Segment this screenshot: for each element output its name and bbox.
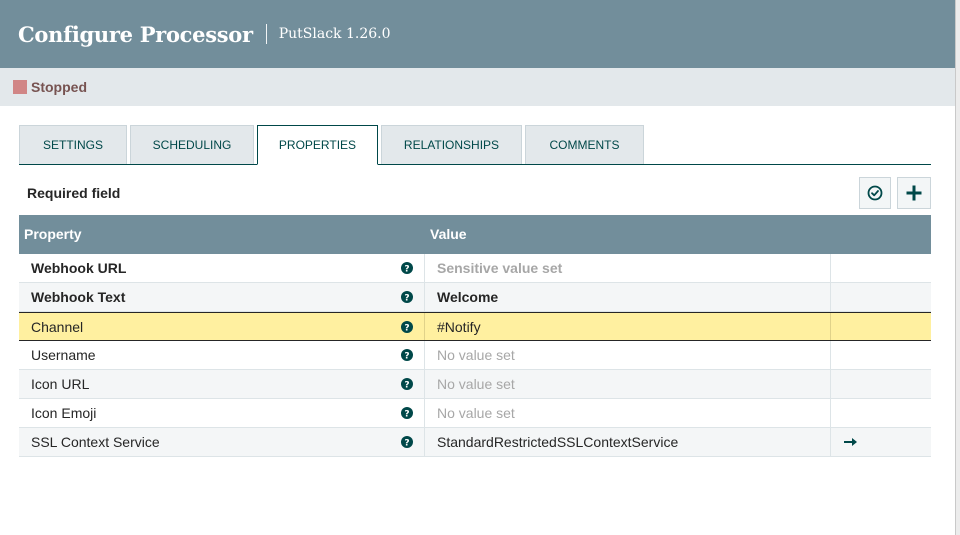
help-icon[interactable]: ? xyxy=(401,320,413,333)
property-name: Username ? xyxy=(19,341,425,369)
property-name-text: SSL Context Service xyxy=(31,434,160,450)
help-icon[interactable]: ? xyxy=(401,262,413,274)
property-name: Webhook Text ? xyxy=(19,283,425,311)
plus-icon xyxy=(906,185,922,201)
tab-properties-label: PROPERTIES xyxy=(278,138,357,152)
required-field-label: Required field xyxy=(27,185,121,201)
property-name-text: Webhook Text xyxy=(31,289,126,305)
table-row-selected[interactable]: Channel ? #Notify xyxy=(19,312,931,341)
svg-text:?: ? xyxy=(404,293,409,303)
help-icon[interactable]: ? xyxy=(401,378,413,390)
property-value[interactable]: #Notify xyxy=(425,313,831,340)
property-actions xyxy=(831,370,931,398)
property-actions xyxy=(831,428,931,456)
configure-processor-dialog: Configure Processor PutSlack 1.26.0 Stop… xyxy=(0,0,955,535)
property-value[interactable]: No value set xyxy=(425,370,831,398)
property-name: SSL Context Service ? xyxy=(19,428,425,456)
table-row[interactable]: Webhook Text ? Welcome xyxy=(19,283,931,312)
property-value[interactable]: No value set xyxy=(425,341,831,369)
svg-text:?: ? xyxy=(404,264,409,274)
tab-relationships-label: RELATIONSHIPS xyxy=(403,138,500,152)
property-actions xyxy=(831,254,931,282)
title-separator xyxy=(265,24,267,44)
help-icon[interactable]: ? xyxy=(401,291,413,303)
tab-relationships[interactable]: RELATIONSHIPS xyxy=(381,125,522,164)
help-icon[interactable]: ? xyxy=(401,436,413,448)
arrow-right-icon[interactable] xyxy=(844,437,858,447)
property-value-text: No value set xyxy=(437,405,515,421)
svg-text:?: ? xyxy=(404,438,409,448)
status-label: Stopped xyxy=(31,79,87,95)
table-row[interactable]: Icon URL ? No value set xyxy=(19,370,931,399)
property-value[interactable]: StandardRestrictedSSLContextService xyxy=(425,428,831,456)
property-value-text: #Notify xyxy=(437,318,481,335)
stopped-icon xyxy=(13,80,27,94)
property-actions xyxy=(831,341,931,369)
tab-comments[interactable]: COMMENTS xyxy=(525,125,644,164)
tab-bar: SETTINGS SCHEDULING PROPERTIES RELATIONS… xyxy=(19,125,931,165)
svg-text:?: ? xyxy=(404,323,409,333)
processor-type-version: PutSlack 1.26.0 xyxy=(278,26,391,42)
property-name-text: Icon URL xyxy=(31,376,90,392)
check-circle-icon xyxy=(867,185,883,201)
property-name: Webhook URL ? xyxy=(19,254,425,282)
property-name-text: Webhook URL xyxy=(31,260,127,276)
table-row[interactable]: Username ? No value set xyxy=(19,341,931,370)
property-value-text: Sensitive value set xyxy=(437,260,563,276)
property-actions xyxy=(831,283,931,311)
help-icon[interactable]: ? xyxy=(401,349,413,361)
property-value[interactable]: No value set xyxy=(425,399,831,427)
status-bar: Stopped xyxy=(0,68,955,106)
property-name: Channel ? xyxy=(19,313,425,340)
table-row[interactable]: SSL Context Service ? StandardRestricted… xyxy=(19,428,931,457)
add-property-button[interactable] xyxy=(897,177,931,209)
property-name: Icon Emoji ? xyxy=(19,399,425,427)
tab-settings-label: SETTINGS xyxy=(42,138,103,152)
table-row[interactable]: Webhook URL ? Sensitive value set xyxy=(19,254,931,283)
property-column-header[interactable]: Property xyxy=(24,215,82,254)
value-column-header[interactable]: Value xyxy=(430,215,467,254)
table-header: Property Value xyxy=(19,215,931,254)
property-value-text: No value set xyxy=(437,376,515,392)
property-actions xyxy=(831,313,931,340)
property-value-text: Welcome xyxy=(437,289,499,305)
properties-table: Property Value Webhook URL ? Sensitive v… xyxy=(19,215,931,457)
dialog-header: Configure Processor PutSlack 1.26.0 xyxy=(0,0,955,68)
tab-scheduling[interactable]: SCHEDULING xyxy=(130,125,254,164)
dialog-title: Configure Processor xyxy=(18,21,253,47)
property-value[interactable]: Welcome xyxy=(425,283,831,311)
svg-text:?: ? xyxy=(404,380,409,390)
property-value-text: StandardRestrictedSSLContextService xyxy=(437,434,679,450)
tab-settings[interactable]: SETTINGS xyxy=(19,125,127,164)
property-name-text: Icon Emoji xyxy=(31,405,97,421)
property-value[interactable]: Sensitive value set xyxy=(425,254,831,282)
property-name-text: Username xyxy=(31,347,96,363)
tab-properties[interactable]: PROPERTIES xyxy=(257,125,378,165)
svg-text:?: ? xyxy=(404,409,409,419)
property-actions xyxy=(831,399,931,427)
table-row[interactable]: Icon Emoji ? No value set xyxy=(19,399,931,428)
verify-properties-button[interactable] xyxy=(859,177,891,209)
property-name-text: Channel xyxy=(31,318,84,335)
property-value-text: No value set xyxy=(437,347,515,363)
tab-comments-label: COMMENTS xyxy=(549,138,620,152)
property-name: Icon URL ? xyxy=(19,370,425,398)
svg-text:?: ? xyxy=(404,351,409,361)
tab-scheduling-label: SCHEDULING xyxy=(152,138,232,152)
background-window-edge xyxy=(955,0,960,535)
help-icon[interactable]: ? xyxy=(401,407,413,419)
